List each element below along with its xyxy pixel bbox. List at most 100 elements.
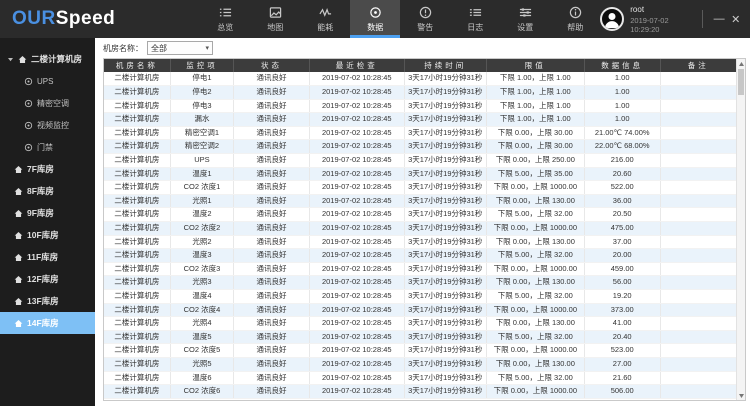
table-row[interactable]: 二楼计算机房温度1通讯良好2019-07-02 10:28:453天17小时19… (104, 167, 736, 181)
table-row[interactable]: 二楼计算机房光照5通讯良好2019-07-02 10:28:453天17小时19… (104, 357, 736, 371)
sidebar-item-label: 10F库房 (27, 229, 59, 241)
sidebar-item-9F库房[interactable]: 9F库房 (0, 202, 95, 224)
table-cell: 3天17小时19分钟31秒 (404, 357, 486, 371)
table-row[interactable]: 二楼计算机房光照2通讯良好2019-07-02 10:28:453天17小时19… (104, 235, 736, 249)
table-row[interactable]: 二楼计算机房温度3通讯良好2019-07-02 10:28:453天17小时19… (104, 249, 736, 263)
room-filter-select[interactable]: 全部 ▾ (147, 41, 213, 55)
table-scrollbar[interactable] (736, 59, 745, 400)
main-content: 机房名称： 全部 ▾ 机房名称监控项状态最近检查持续时间限值数据信息备注 二楼计… (95, 38, 750, 406)
table-cell: 2019-07-02 10:28:45 (309, 86, 404, 100)
table-cell: 3天17小时19分钟31秒 (404, 140, 486, 154)
table-header-cell: 备注 (660, 59, 736, 72)
table-row[interactable]: 二楼计算机房温度5通讯良好2019-07-02 10:28:453天17小时19… (104, 330, 736, 344)
table-row[interactable]: 二楼计算机房温度6通讯良好2019-07-02 10:28:453天17小时19… (104, 371, 736, 385)
table-cell: 3天17小时19分钟31秒 (404, 126, 486, 140)
table-row[interactable]: 二楼计算机房CO2 浓度4通讯良好2019-07-02 10:28:453天17… (104, 303, 736, 317)
table-cell (660, 72, 736, 86)
home-icon (14, 275, 23, 284)
sidebar-item-label: 二楼计算机房 (31, 53, 82, 65)
nav-tab-alerts[interactable]: 警告 (400, 0, 450, 38)
sidebar-item-10F库房[interactable]: 10F库房 (0, 224, 95, 246)
table-row[interactable]: 二楼计算机房CO2 浓度6通讯良好2019-07-02 10:28:453天17… (104, 385, 736, 399)
table-cell: 2019-07-02 10:28:45 (309, 262, 404, 276)
table-cell: 二楼计算机房 (104, 344, 170, 358)
table-cell: 3天17小时19分钟31秒 (404, 113, 486, 127)
sidebar-item-12F库房[interactable]: 12F库房 (0, 268, 95, 290)
table-cell: 二楼计算机房 (104, 357, 170, 371)
table-cell: 3天17小时19分钟31秒 (404, 72, 486, 86)
sidebar-item-7F库房[interactable]: 7F库房 (0, 158, 95, 180)
table-cell (660, 208, 736, 222)
table-row[interactable]: 二楼计算机房精密空调1通讯良好2019-07-02 10:28:453天17小时… (104, 126, 736, 140)
nav-tab-label: 日志 (467, 22, 483, 33)
table-row[interactable]: 二楼计算机房精密空调2通讯良好2019-07-02 10:28:453天17小时… (104, 140, 736, 154)
table-row[interactable]: 二楼计算机房停电1通讯良好2019-07-02 10:28:453天17小时19… (104, 72, 736, 86)
table-cell: 二楼计算机房 (104, 290, 170, 304)
table-cell: 2019-07-02 10:28:45 (309, 72, 404, 86)
sidebar-item-门禁[interactable]: 门禁 (0, 136, 95, 158)
table-cell: 2019-07-02 10:28:45 (309, 290, 404, 304)
table-cell: 3天17小时19分钟31秒 (404, 194, 486, 208)
sidebar-item-11F库房[interactable]: 11F库房 (0, 246, 95, 268)
home-icon (14, 297, 23, 306)
sidebar-item-ups[interactable]: UPS (0, 70, 95, 92)
nav-tab-map[interactable]: 地图 (250, 0, 300, 38)
table-cell: 通讯良好 (234, 99, 310, 113)
nav-tab-overview[interactable]: 总览 (200, 0, 250, 38)
table-cell: 2019-07-02 10:28:45 (309, 99, 404, 113)
scrollbar-thumb[interactable] (738, 69, 744, 95)
nav-tab-help[interactable]: 帮助 (550, 0, 600, 38)
user-datetime: 2019-07-02 10:29:20 (630, 16, 688, 34)
table-cell: 下限 0.00，上限 130.00 (486, 276, 584, 290)
table-row[interactable]: 二楼计算机房CO2 浓度3通讯良好2019-07-02 10:28:453天17… (104, 262, 736, 276)
table-cell: 下限 5.00，上限 32.00 (486, 208, 584, 222)
table-cell: 光照5 (170, 357, 233, 371)
nav-tab-energy[interactable]: 能耗 (300, 0, 350, 38)
table-header-cell: 监控项 (170, 59, 233, 72)
table-cell: 温度2 (170, 208, 233, 222)
table-row[interactable]: 二楼计算机房漏水通讯良好2019-07-02 10:28:453天17小时19分… (104, 113, 736, 127)
window-close-button[interactable]: ✕ (727, 0, 744, 38)
data-icon (369, 6, 382, 19)
table-cell: 3天17小时19分钟31秒 (404, 371, 486, 385)
sidebar-item-8F库房[interactable]: 8F库房 (0, 180, 95, 202)
table-row[interactable]: 二楼计算机房停电2通讯良好2019-07-02 10:28:453天17小时19… (104, 86, 736, 100)
table-cell: 二楼计算机房 (104, 262, 170, 276)
table-cell: 3天17小时19分钟31秒 (404, 235, 486, 249)
sidebar-item-精密空调[interactable]: 精密空调 (0, 92, 95, 114)
nav-tab-data[interactable]: 数据 (350, 0, 400, 38)
table-row[interactable]: 二楼计算机房温度2通讯良好2019-07-02 10:28:453天17小时19… (104, 208, 736, 222)
scroll-down-icon[interactable] (737, 391, 745, 400)
table-cell: 二楼计算机房 (104, 276, 170, 290)
nav-tab-logs[interactable]: 日志 (450, 0, 500, 38)
sidebar-item-13F库房[interactable]: 13F库房 (0, 290, 95, 312)
window-minimize-button[interactable]: — (711, 0, 728, 38)
scroll-up-icon[interactable] (737, 59, 745, 68)
table-header-cell: 限值 (486, 59, 584, 72)
nav-tab-settings[interactable]: 设置 (500, 0, 550, 38)
table-cell: 2019-07-02 10:28:45 (309, 235, 404, 249)
table-cell: 下限 5.00，上限 32.00 (486, 371, 584, 385)
table-row[interactable]: 二楼计算机房温度4通讯良好2019-07-02 10:28:453天17小时19… (104, 290, 736, 304)
table-row[interactable]: 二楼计算机房CO2 浓度2通讯良好2019-07-02 10:28:453天17… (104, 222, 736, 236)
table-row[interactable]: 二楼计算机房CO2 浓度1通讯良好2019-07-02 10:28:453天17… (104, 181, 736, 195)
sidebar-item-视频监控[interactable]: 视频监控 (0, 114, 95, 136)
sidebar-item-group[interactable]: 二楼计算机房 (0, 48, 95, 70)
sidebar-item-14F库房[interactable]: 14F库房 (0, 312, 95, 334)
table-cell: 2019-07-02 10:28:45 (309, 113, 404, 127)
monitor-icon (24, 121, 33, 130)
user-avatar-icon[interactable] (600, 7, 624, 31)
table-row[interactable]: 二楼计算机房停电3通讯良好2019-07-02 10:28:453天17小时19… (104, 99, 736, 113)
nav-tab-label: 设置 (517, 22, 533, 33)
table-row[interactable]: 二楼计算机房光照3通讯良好2019-07-02 10:28:453天17小时19… (104, 276, 736, 290)
table-cell (660, 385, 736, 399)
nav-tab-label: 帮助 (567, 22, 583, 33)
table-row[interactable]: 二楼计算机房光照1通讯良好2019-07-02 10:28:453天17小时19… (104, 194, 736, 208)
table-cell: 2019-07-02 10:28:45 (309, 385, 404, 399)
table-row[interactable]: 二楼计算机房UPS通讯良好2019-07-02 10:28:453天17小时19… (104, 154, 736, 168)
table-row[interactable]: 二楼计算机房CO2 浓度5通讯良好2019-07-02 10:28:453天17… (104, 344, 736, 358)
table-cell: 二楼计算机房 (104, 86, 170, 100)
table-cell: 216.00 (584, 154, 660, 168)
table-cell: 2019-07-02 10:28:45 (309, 357, 404, 371)
table-row[interactable]: 二楼计算机房光照4通讯良好2019-07-02 10:28:453天17小时19… (104, 317, 736, 331)
